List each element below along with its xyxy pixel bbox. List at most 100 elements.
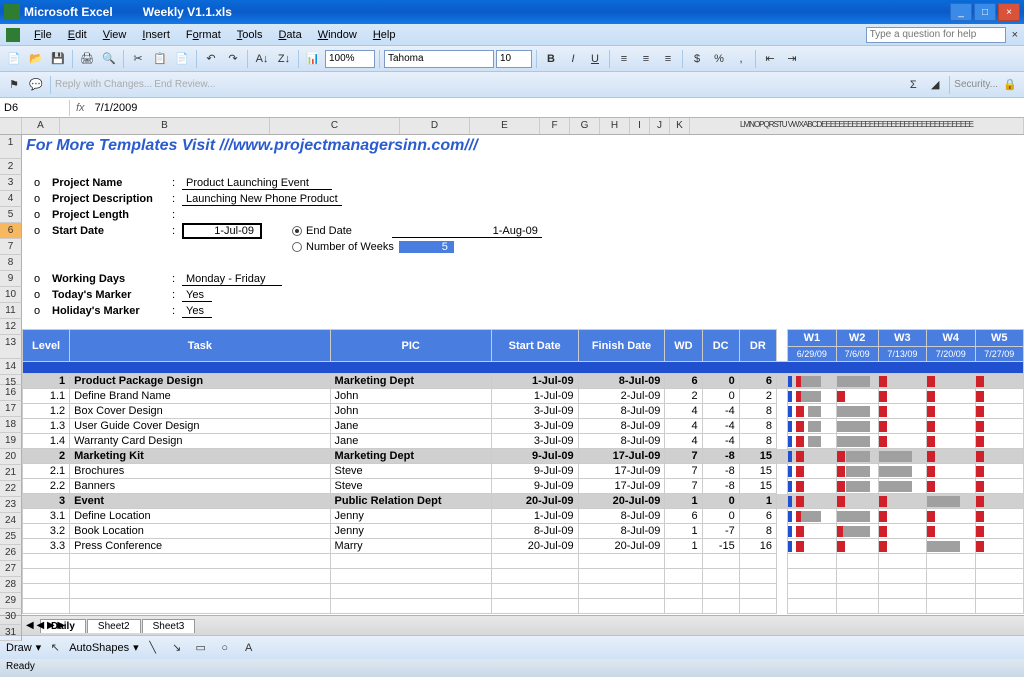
sort-desc-icon[interactable]: Z↓ <box>274 49 294 69</box>
row-header[interactable]: 4 <box>0 191 22 207</box>
row-header[interactable]: 18 <box>0 417 22 433</box>
redo-icon[interactable]: ↷ <box>223 49 243 69</box>
col-header-f[interactable]: F <box>540 118 570 134</box>
col-header-a[interactable]: A <box>22 118 60 134</box>
col-header-b[interactable]: B <box>60 118 270 134</box>
value-start-date[interactable]: 1-Jul-09 <box>182 223 262 239</box>
copy-icon[interactable]: 📋 <box>150 49 170 69</box>
oval-icon[interactable]: ○ <box>215 638 235 658</box>
help-search-input[interactable] <box>866 27 1006 43</box>
menu-insert[interactable]: Insert <box>134 27 178 43</box>
print-icon[interactable]: 🖨 <box>77 49 97 69</box>
new-icon[interactable]: 📄 <box>4 49 24 69</box>
radio-num-weeks[interactable] <box>292 242 302 252</box>
undo-icon[interactable]: ↶ <box>201 49 221 69</box>
comment-icon[interactable]: 💬 <box>26 75 46 95</box>
row-header[interactable]: 21 <box>0 465 22 481</box>
drawing-icon[interactable]: ◢ <box>925 75 945 95</box>
line-icon[interactable]: ╲ <box>143 638 163 658</box>
row-header[interactable]: 9 <box>0 271 22 287</box>
select-all-corner[interactable] <box>0 118 22 134</box>
minimize-button[interactable]: _ <box>950 3 972 21</box>
indent-dec-icon[interactable]: ⇤ <box>760 49 780 69</box>
autoshapes-menu[interactable]: AutoShapes <box>69 642 129 654</box>
save-icon[interactable]: 💾 <box>48 49 68 69</box>
row-header[interactable]: 29 <box>0 593 22 609</box>
row-header[interactable]: 15 <box>0 375 22 385</box>
row-header[interactable]: 14 <box>0 359 22 375</box>
row-header[interactable]: 26 <box>0 545 22 561</box>
row-header[interactable]: 6 <box>0 223 22 239</box>
col-header-j[interactable]: J <box>650 118 670 134</box>
zoom-select[interactable] <box>325 50 375 68</box>
chart-icon[interactable]: 📊 <box>303 49 323 69</box>
col-header-d[interactable]: D <box>400 118 470 134</box>
row-header[interactable]: 8 <box>0 255 22 271</box>
row-header[interactable]: 16 <box>0 385 22 401</box>
draw-menu[interactable]: Draw <box>6 642 32 654</box>
sheet-tab-sheet2[interactable]: Sheet2 <box>87 619 141 633</box>
row-header[interactable]: 28 <box>0 577 22 593</box>
sum-icon[interactable]: Σ <box>903 75 923 95</box>
row-header[interactable]: 27 <box>0 561 22 577</box>
align-left-icon[interactable]: ≡ <box>614 49 634 69</box>
comma-icon[interactable]: , <box>731 49 751 69</box>
reply-changes-button[interactable]: Reply with Changes... <box>55 79 152 90</box>
maximize-button[interactable]: □ <box>974 3 996 21</box>
col-header-c[interactable]: C <box>270 118 400 134</box>
row-header[interactable]: 1 <box>0 135 22 159</box>
menu-tools[interactable]: Tools <box>229 27 271 43</box>
font-select[interactable] <box>384 50 494 68</box>
row-header[interactable]: 20 <box>0 449 22 465</box>
col-header-k[interactable]: K <box>670 118 690 134</box>
flag-icon[interactable]: ⚑ <box>4 75 24 95</box>
italic-button[interactable]: I <box>563 49 583 69</box>
col-header-e[interactable]: E <box>470 118 540 134</box>
row-header[interactable]: 12 <box>0 319 22 335</box>
menu-help[interactable]: Help <box>365 27 404 43</box>
menu-edit[interactable]: Edit <box>60 27 95 43</box>
menu-file[interactable]: File <box>26 27 60 43</box>
menu-window[interactable]: Window <box>310 27 365 43</box>
row-header[interactable]: 5 <box>0 207 22 223</box>
row-header[interactable]: 10 <box>0 287 22 303</box>
select-icon[interactable]: ↖ <box>45 638 65 658</box>
row-header[interactable]: 24 <box>0 513 22 529</box>
font-size-select[interactable] <box>496 50 532 68</box>
security-button[interactable]: Security... <box>954 79 998 90</box>
cut-icon[interactable]: ✂ <box>128 49 148 69</box>
align-center-icon[interactable]: ≡ <box>636 49 656 69</box>
row-header[interactable]: 2 <box>0 159 22 175</box>
align-right-icon[interactable]: ≡ <box>658 49 678 69</box>
radio-end-date[interactable] <box>292 226 302 236</box>
menu-data[interactable]: Data <box>270 27 309 43</box>
indent-inc-icon[interactable]: ⇥ <box>782 49 802 69</box>
percent-icon[interactable]: % <box>709 49 729 69</box>
formula-value[interactable]: 7/1/2009 <box>91 100 1024 116</box>
bold-button[interactable]: B <box>541 49 561 69</box>
textbox-icon[interactable]: A <box>239 638 259 658</box>
col-header-h[interactable]: H <box>600 118 630 134</box>
sort-asc-icon[interactable]: A↓ <box>252 49 272 69</box>
row-header[interactable]: 13 <box>0 335 22 359</box>
rect-icon[interactable]: ▭ <box>191 638 211 658</box>
menu-view[interactable]: View <box>95 27 135 43</box>
col-headers-rest[interactable]: LMNOPQRSTU VWXABCDEEEEEEEEEEEEEEEEEEEEEE… <box>690 118 1024 134</box>
row-header[interactable]: 23 <box>0 497 22 513</box>
col-header-i[interactable]: I <box>630 118 650 134</box>
lock-icon[interactable]: 🔒 <box>1000 75 1020 95</box>
row-header[interactable]: 30 <box>0 609 22 625</box>
row-header[interactable]: 11 <box>0 303 22 319</box>
row-header[interactable]: 31 <box>0 625 22 641</box>
col-header-g[interactable]: G <box>570 118 600 134</box>
paste-icon[interactable]: 📄 <box>172 49 192 69</box>
row-header[interactable]: 25 <box>0 529 22 545</box>
close-button[interactable]: × <box>998 3 1020 21</box>
row-header[interactable]: 22 <box>0 481 22 497</box>
underline-button[interactable]: U <box>585 49 605 69</box>
row-header[interactable]: 19 <box>0 433 22 449</box>
row-header[interactable]: 7 <box>0 239 22 255</box>
row-header[interactable]: 17 <box>0 401 22 417</box>
arrow-icon[interactable]: ↘ <box>167 638 187 658</box>
end-review-button[interactable]: End Review... <box>154 79 215 90</box>
